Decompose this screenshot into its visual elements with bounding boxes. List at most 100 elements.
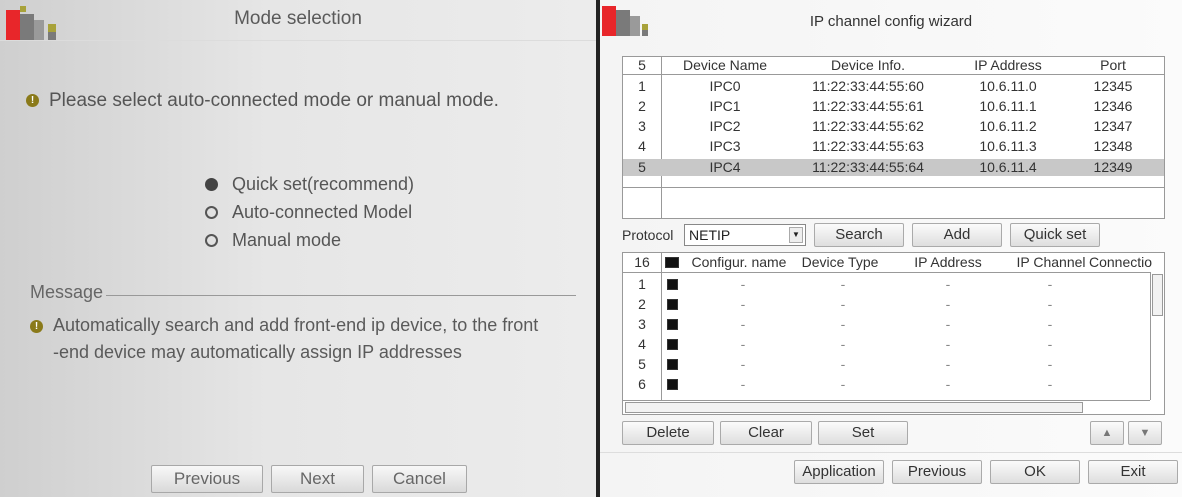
row-checkbox[interactable] bbox=[667, 379, 678, 390]
ip-channel: - bbox=[1047, 276, 1053, 292]
config-name: - bbox=[740, 376, 746, 392]
ip-address: - bbox=[945, 276, 951, 292]
cancel-button[interactable]: Cancel bbox=[372, 465, 467, 493]
message-text: ! Automatically search and add front-end … bbox=[30, 312, 575, 366]
quick-set-button[interactable]: Quick set bbox=[1010, 223, 1100, 247]
protocol-value: NETIP bbox=[689, 227, 731, 243]
device-name: IPC4 bbox=[709, 159, 741, 175]
prompt-label: Please select auto-connected mode or man… bbox=[49, 90, 499, 111]
ok-button[interactable]: OK bbox=[990, 460, 1080, 484]
triangle-down-icon: ▼ bbox=[1139, 427, 1151, 439]
column-header: IP Address bbox=[974, 57, 1042, 73]
row-number: 2 bbox=[638, 98, 646, 114]
device-type: - bbox=[840, 296, 846, 312]
chevron-down-icon[interactable]: ▼ bbox=[789, 227, 803, 243]
ip-address: 10.6.11.0 bbox=[979, 78, 1037, 94]
row-number: 5 bbox=[638, 356, 646, 372]
table-row[interactable]: 1 - - - - - bbox=[623, 276, 1164, 293]
exit-button[interactable]: Exit bbox=[1088, 460, 1178, 484]
ip-address: - bbox=[945, 316, 951, 332]
scrollbar-thumb[interactable] bbox=[625, 402, 1083, 413]
device-type: - bbox=[840, 376, 846, 392]
dialog-title: Mode selection bbox=[234, 8, 362, 29]
table-row[interactable]: 4 - - - - - bbox=[623, 336, 1164, 353]
vertical-scrollbar[interactable] bbox=[1150, 272, 1164, 400]
ip-channel: - bbox=[1047, 376, 1053, 392]
row-checkbox[interactable] bbox=[667, 299, 678, 310]
row-number: 5 bbox=[638, 159, 646, 175]
row-checkbox[interactable] bbox=[667, 319, 678, 330]
table-row[interactable]: 2 IPC1 11:22:33:44:55:61 10.6.11.1 12346 bbox=[623, 98, 1164, 115]
triangle-up-icon: ▲ bbox=[1101, 427, 1113, 439]
table-row[interactable]: 3 IPC2 11:22:33:44:55:62 10.6.11.2 12347 bbox=[623, 118, 1164, 135]
previous-button[interactable]: Previous bbox=[151, 465, 263, 493]
ip-channel-config-wizard: IP channel config wizard 5 Device Name D… bbox=[600, 0, 1182, 497]
radio-unselected-icon[interactable] bbox=[205, 233, 218, 247]
add-button[interactable]: Add bbox=[912, 223, 1002, 247]
config-name: - bbox=[740, 336, 746, 352]
horizontal-scrollbar[interactable] bbox=[623, 400, 1150, 414]
port: 12349 bbox=[1093, 159, 1133, 175]
column-header: Port bbox=[1100, 57, 1126, 73]
scroll-down-button[interactable]: ▼ bbox=[1128, 421, 1162, 445]
row-checkbox[interactable] bbox=[667, 359, 678, 370]
row-number: 1 bbox=[638, 276, 646, 292]
title-divider bbox=[0, 40, 596, 41]
ip-channel: - bbox=[1047, 356, 1053, 372]
device-table: 5 Device Name Device Info. IP Address Po… bbox=[622, 56, 1165, 219]
radio-selected-icon[interactable] bbox=[205, 177, 218, 191]
footer-divider bbox=[600, 452, 1182, 453]
radio-label: Manual mode bbox=[232, 229, 342, 250]
radio-auto-connected[interactable]: Auto-connected Model bbox=[205, 198, 414, 226]
row-checkbox[interactable] bbox=[667, 279, 678, 290]
row-count: 16 bbox=[634, 254, 650, 270]
channel-table: 16 Configur. name Device Type IP Address… bbox=[622, 252, 1165, 415]
search-button[interactable]: Search bbox=[814, 223, 904, 247]
set-button[interactable]: Set bbox=[818, 421, 908, 445]
table-row-selected[interactable]: 5 IPC4 11:22:33:44:55:64 10.6.11.4 12349 bbox=[623, 159, 1164, 176]
row-number: 3 bbox=[638, 316, 646, 332]
protocol-select[interactable]: NETIP ▼ bbox=[684, 224, 806, 246]
column-header: Connectio bbox=[1089, 254, 1153, 270]
message-line-2: -end device may automatically assign IP … bbox=[53, 342, 462, 362]
table-header: 16 Configur. name Device Type IP Address… bbox=[623, 254, 1164, 271]
device-name: IPC3 bbox=[709, 138, 741, 154]
ip-channel: - bbox=[1047, 336, 1053, 352]
ip-address: 10.6.11.2 bbox=[979, 118, 1037, 134]
scrollbar-thumb[interactable] bbox=[1152, 274, 1163, 316]
scroll-up-button[interactable]: ▲ bbox=[1090, 421, 1124, 445]
table-row[interactable]: 3 - - - - - bbox=[623, 316, 1164, 333]
device-type: - bbox=[840, 356, 846, 372]
device-type: - bbox=[840, 316, 846, 332]
table-row[interactable]: 4 IPC3 11:22:33:44:55:63 10.6.11.3 12348 bbox=[623, 138, 1164, 155]
next-button[interactable]: Next bbox=[271, 465, 364, 493]
table-row[interactable]: 5 - - - - - bbox=[623, 356, 1164, 373]
column-header: Device Info. bbox=[831, 57, 905, 73]
ip-address: - bbox=[945, 356, 951, 372]
table-row[interactable]: 1 IPC0 11:22:33:44:55:60 10.6.11.0 12345 bbox=[623, 78, 1164, 95]
device-info: 11:22:33:44:55:61 bbox=[812, 98, 924, 114]
ip-channel: - bbox=[1047, 296, 1053, 312]
table-row[interactable]: 2 - - - - - bbox=[623, 296, 1164, 313]
delete-button[interactable]: Delete bbox=[622, 421, 714, 445]
device-type: - bbox=[840, 336, 846, 352]
ip-address: 10.6.11.4 bbox=[979, 159, 1037, 175]
mode-selection-dialog: Mode selection ! Please select auto-conne… bbox=[0, 0, 596, 497]
row-number: 3 bbox=[638, 118, 646, 134]
ip-address: - bbox=[945, 336, 951, 352]
application-button[interactable]: Application bbox=[794, 460, 884, 484]
radio-quick-set[interactable]: Quick set(recommend) bbox=[205, 170, 414, 198]
row-checkbox[interactable] bbox=[667, 339, 678, 350]
row-number: 2 bbox=[638, 296, 646, 312]
dialog-title: IP channel config wizard bbox=[809, 13, 973, 30]
radio-unselected-icon[interactable] bbox=[205, 205, 218, 219]
ip-address: 10.6.11.1 bbox=[979, 98, 1037, 114]
table-row[interactable]: 6 - - - - - bbox=[623, 376, 1164, 393]
select-all-checkbox[interactable] bbox=[665, 257, 679, 268]
table-header: 5 Device Name Device Info. IP Address Po… bbox=[623, 57, 1164, 74]
clear-button[interactable]: Clear bbox=[720, 421, 812, 445]
port: 12348 bbox=[1093, 138, 1133, 154]
previous-button[interactable]: Previous bbox=[892, 460, 982, 484]
device-name: IPC0 bbox=[709, 78, 741, 94]
radio-manual-mode[interactable]: Manual mode bbox=[205, 226, 414, 254]
